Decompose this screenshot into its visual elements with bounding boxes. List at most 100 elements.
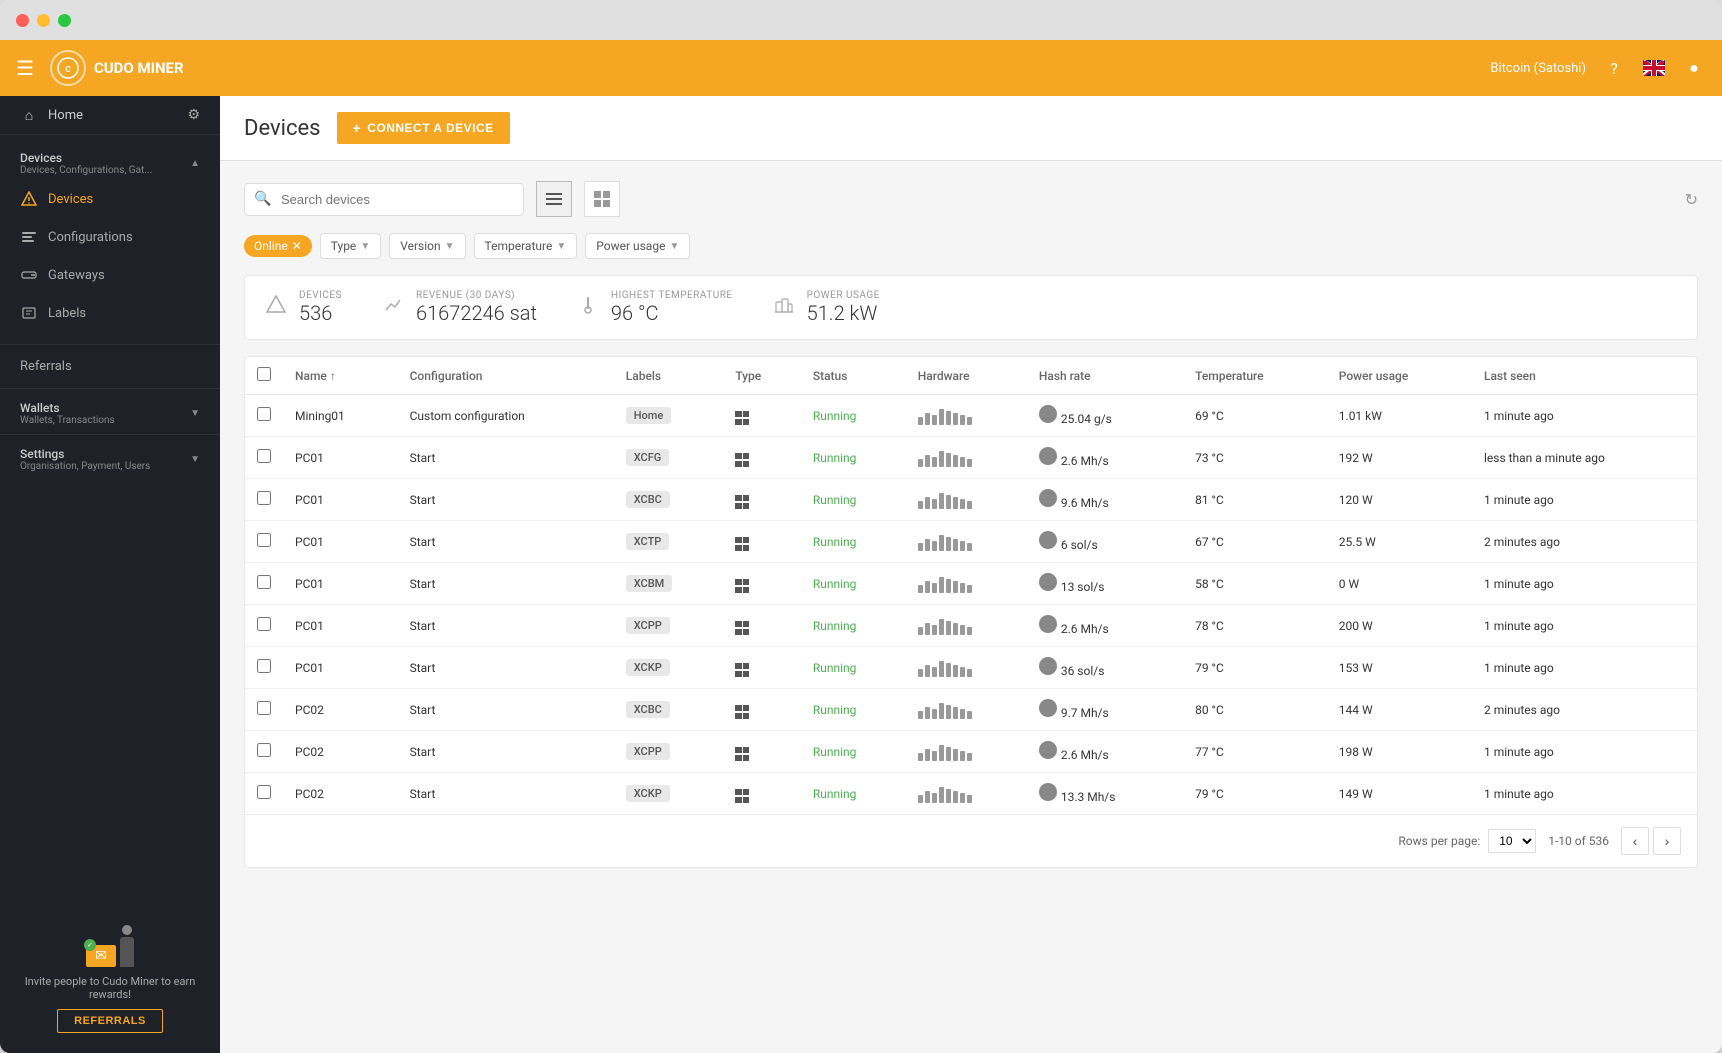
hashrate-icon [1039, 405, 1057, 423]
currency-label[interactable]: Bitcoin (Satoshi) [1490, 61, 1586, 76]
row-hashrate: 25.04 g/s [1027, 395, 1183, 437]
row-name[interactable]: PC02 [283, 731, 398, 773]
sidebar-item-labels[interactable]: Labels [0, 294, 220, 332]
sidebar-item-devices[interactable]: Devices [0, 180, 220, 218]
sidebar: ⌂ Home ⚙ Devices Devices, Configurations… [0, 96, 220, 1053]
row-checkbox[interactable] [257, 617, 271, 631]
row-name[interactable]: PC01 [283, 479, 398, 521]
row-checkbox[interactable] [257, 491, 271, 505]
devices-group-sublabel: Devices, Configurations, Gat... [20, 165, 152, 176]
col-power[interactable]: Power usage [1327, 357, 1472, 395]
account-icon[interactable]: ● [1682, 56, 1706, 80]
row-checkbox[interactable] [257, 407, 271, 421]
row-checkbox[interactable] [257, 701, 271, 715]
temp-chevron-icon: ▼ [556, 241, 566, 252]
row-status: Running [801, 605, 906, 647]
row-checkbox[interactable] [257, 743, 271, 757]
version-filter[interactable]: Version ▼ [389, 233, 465, 259]
online-filter-chip[interactable]: Online ✕ [244, 235, 312, 257]
col-hashrate[interactable]: Hash rate [1027, 357, 1183, 395]
temperature-filter[interactable]: Temperature ▼ [474, 233, 578, 259]
sidebar-configurations-label: Configurations [48, 230, 133, 245]
promo-check: ✓ [84, 939, 96, 951]
table-row: Mining01Custom configurationHomeRunning2… [245, 395, 1697, 437]
rows-per-page-label: Rows per page: [1398, 834, 1480, 848]
row-checkbox[interactable] [257, 533, 271, 547]
stat-power-info: POWER USAGE 51.2 kW [807, 290, 880, 325]
filter-remove-icon[interactable]: ✕ [292, 239, 302, 253]
row-lastseen: 1 minute ago [1472, 479, 1697, 521]
row-lastseen: 1 minute ago [1472, 647, 1697, 689]
search-input[interactable] [244, 183, 524, 216]
promo-box: ✉ ✓ [86, 945, 116, 967]
table-row: PC01StartXCBMRunning13 sol/s58 °C0 W1 mi… [245, 563, 1697, 605]
col-type[interactable]: Type [723, 357, 801, 395]
sidebar-item-home[interactable]: ⌂ Home [20, 106, 83, 124]
row-temperature: 73 °C [1183, 437, 1327, 479]
row-label: Home [614, 395, 724, 437]
promo-illustration: ✉ ✓ [20, 907, 200, 967]
sidebar-item-gateways[interactable]: Gateways [0, 256, 220, 294]
devices-table: Name ↑ Configuration Labels Type Status … [244, 356, 1698, 868]
maximize-btn[interactable] [58, 14, 71, 27]
type-filter[interactable]: Type ▼ [320, 233, 381, 259]
col-temperature[interactable]: Temperature [1183, 357, 1327, 395]
row-checkbox[interactable] [257, 659, 271, 673]
power-filter[interactable]: Power usage ▼ [585, 233, 690, 259]
grid-view-button[interactable] [584, 181, 620, 217]
row-name[interactable]: PC01 [283, 647, 398, 689]
list-view-button[interactable] [536, 181, 572, 217]
row-name[interactable]: PC02 [283, 689, 398, 731]
revenue-stat-label: REVENUE (30 DAYS) [416, 290, 537, 301]
col-lastseen[interactable]: Last seen [1472, 357, 1697, 395]
table-row: PC01StartXCFGRunning2.6 Mh/s73 °C192 Wle… [245, 437, 1697, 479]
row-name[interactable]: PC01 [283, 437, 398, 479]
version-chevron-icon: ▼ [445, 241, 455, 252]
prev-page-button[interactable]: ‹ [1621, 827, 1649, 855]
col-configuration[interactable]: Configuration [398, 357, 614, 395]
sidebar-devices-group[interactable]: Devices Devices, Configurations, Gat... … [0, 143, 220, 180]
refresh-icon[interactable]: ↻ [1685, 190, 1698, 209]
row-hardware [906, 731, 1027, 773]
row-checkbox[interactable] [257, 449, 271, 463]
sidebar-wallets-group[interactable]: Wallets Wallets, Transactions ▼ [0, 393, 220, 430]
connect-device-button[interactable]: + CONNECT A DEVICE [337, 112, 510, 144]
select-all-checkbox[interactable] [257, 367, 271, 381]
search-bar: 🔍 ↻ [244, 181, 1698, 217]
settings-icon[interactable]: ⚙ [187, 107, 200, 123]
row-name[interactable]: Mining01 [283, 395, 398, 437]
row-status: Running [801, 647, 906, 689]
sidebar-item-configurations[interactable]: Configurations [0, 218, 220, 256]
row-status: Running [801, 563, 906, 605]
sidebar-item-referrals[interactable]: Referrals [0, 349, 220, 384]
row-hashrate: 9.6 Mh/s [1027, 479, 1183, 521]
hardware-bars [918, 449, 1015, 467]
row-name[interactable]: PC01 [283, 521, 398, 563]
row-config: Start [398, 647, 614, 689]
col-labels[interactable]: Labels [614, 357, 724, 395]
row-checkbox[interactable] [257, 785, 271, 799]
language-icon[interactable] [1642, 56, 1666, 80]
row-name[interactable]: PC02 [283, 773, 398, 815]
referrals-button[interactable]: REFERRALS [57, 1009, 163, 1033]
col-status[interactable]: Status [801, 357, 906, 395]
help-icon[interactable]: ? [1602, 56, 1626, 80]
devices-nav-icon [20, 190, 38, 208]
sidebar-home: ⌂ Home ⚙ [0, 96, 220, 135]
next-page-button[interactable]: › [1653, 827, 1681, 855]
col-name[interactable]: Name ↑ [283, 357, 398, 395]
row-name[interactable]: PC01 [283, 605, 398, 647]
col-hardware[interactable]: Hardware [906, 357, 1027, 395]
close-btn[interactable] [16, 14, 29, 27]
rows-per-page-select[interactable]: 10 25 50 [1488, 829, 1536, 853]
row-config: Start [398, 563, 614, 605]
topnav-right: Bitcoin (Satoshi) ? ● [1490, 56, 1706, 80]
row-name[interactable]: PC01 [283, 563, 398, 605]
sidebar-settings-group[interactable]: Settings Organisation, Payment, Users ▼ [0, 439, 220, 476]
connect-btn-label: CONNECT A DEVICE [367, 121, 493, 135]
minimize-btn[interactable] [37, 14, 50, 27]
row-checkbox[interactable] [257, 575, 271, 589]
sidebar-labels-label: Labels [48, 306, 86, 321]
hamburger-icon[interactable]: ☰ [16, 56, 34, 80]
row-config: Start [398, 689, 614, 731]
